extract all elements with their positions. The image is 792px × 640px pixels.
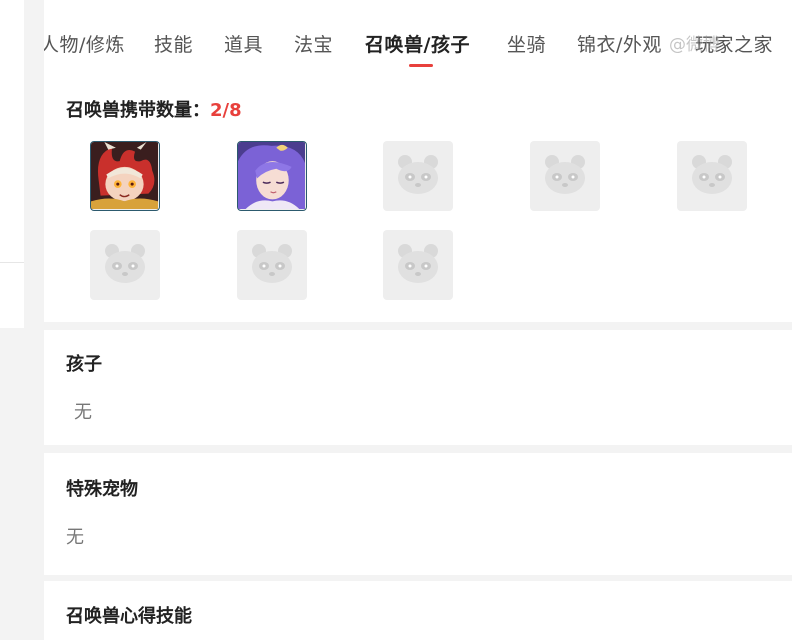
special-pet-value: 无 <box>66 527 84 548</box>
panda-placeholder-icon <box>252 244 292 283</box>
category-tabs: 人物/修炼 技能 道具 法宝 召唤兽/孩子 坐骑 锦衣/外观 玩家之家 <box>44 30 792 70</box>
panda-placeholder-icon <box>398 244 438 283</box>
summon-slot-3[interactable] <box>383 141 453 211</box>
tab-treasures[interactable]: 法宝 <box>294 30 333 57</box>
summon-skills-section: 召唤兽心得技能 <box>44 581 792 640</box>
summon-count-label: 召唤兽携带数量： <box>66 100 210 121</box>
panda-placeholder-icon <box>398 155 438 194</box>
tab-mounts[interactable]: 坐骑 <box>507 30 546 57</box>
summon-skills-title: 召唤兽心得技能 <box>66 606 192 627</box>
summon-panel: 人物/修炼 技能 道具 法宝 召唤兽/孩子 坐骑 锦衣/外观 玩家之家 @微博 … <box>44 0 792 322</box>
special-pet-section: 特殊宠物 无 <box>44 453 792 575</box>
summon-count-value: 2/8 <box>210 100 242 121</box>
panda-placeholder-icon <box>692 155 732 194</box>
summon-slot-7[interactable] <box>237 230 307 300</box>
tab-character-cultivation[interactable]: 人物/修炼 <box>44 30 125 57</box>
sidebar-divider <box>0 262 24 263</box>
panda-placeholder-icon <box>545 155 585 194</box>
summon-slot-5[interactable] <box>677 141 747 211</box>
tab-skills[interactable]: 技能 <box>154 30 193 57</box>
tab-player-home[interactable]: 玩家之家 <box>695 30 773 57</box>
child-value: 无 <box>74 402 92 423</box>
child-section: 孩子 无 <box>44 330 792 445</box>
tab-outfits-appearance[interactable]: 锦衣/外观 <box>577 30 662 57</box>
summon-slot-8[interactable] <box>383 230 453 300</box>
purple-hair-pet-avatar <box>238 142 305 209</box>
active-tab-indicator <box>409 64 433 67</box>
left-sidebar-panel <box>0 0 24 328</box>
panda-placeholder-icon <box>105 244 145 283</box>
summon-slot-4[interactable] <box>530 141 600 211</box>
fire-demon-pet-avatar <box>91 142 158 209</box>
summon-slot-6[interactable] <box>90 230 160 300</box>
tab-items[interactable]: 道具 <box>224 30 263 57</box>
special-pet-title: 特殊宠物 <box>66 479 138 500</box>
summon-slot-2[interactable] <box>237 141 307 211</box>
tab-summons-children[interactable]: 召唤兽/孩子 <box>365 30 470 57</box>
child-title: 孩子 <box>66 354 102 375</box>
summon-count: 召唤兽携带数量：2/8 <box>66 96 242 122</box>
summon-slot-1[interactable] <box>90 141 160 211</box>
